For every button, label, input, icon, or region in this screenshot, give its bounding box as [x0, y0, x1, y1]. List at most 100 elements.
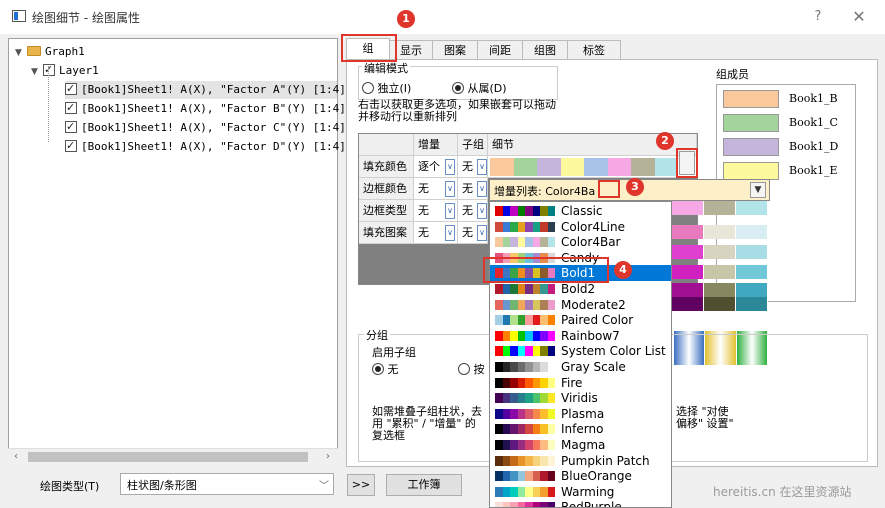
- plot-checkbox[interactable]: [65, 80, 77, 98]
- color-swatch: [560, 158, 584, 176]
- palette-option[interactable]: Viridis: [490, 390, 671, 406]
- palette-option[interactable]: Plasma: [490, 406, 671, 422]
- palette-swatch-icon: [495, 408, 555, 419]
- palette-option[interactable]: Gray Scale: [490, 359, 671, 375]
- chevron-down-icon[interactable]: ∨: [477, 225, 487, 241]
- color-swatch: [704, 283, 736, 297]
- palette-option-label: Paired Color: [561, 313, 634, 328]
- annotation-box: [341, 34, 397, 62]
- radio-dependent[interactable]: 从属(D): [452, 80, 507, 96]
- increment-select[interactable]: 无 ∨: [414, 178, 458, 200]
- chevron-down-icon[interactable]: ∨: [477, 159, 487, 175]
- color-swatch: [672, 297, 704, 311]
- grid-row-name: 填充颜色: [359, 156, 414, 178]
- title-bar: 绘图细节 - 绘图属性 ? ✕: [0, 0, 885, 34]
- color-swatch: [704, 245, 736, 259]
- chevron-down-icon[interactable]: ∨: [477, 181, 487, 197]
- color-swatch: [672, 245, 704, 259]
- tree-node-layer[interactable]: ▼Layer1: [31, 61, 99, 81]
- tree-item-plot[interactable]: [Book1]Sheet1! A(X), "Factor B"(Y) [1:4]: [65, 99, 346, 118]
- palette-option[interactable]: BlueOrange: [490, 468, 671, 484]
- grid-row-name: 边框类型: [359, 200, 414, 222]
- tab-group-plot[interactable]: 组图: [522, 40, 568, 60]
- palette-option[interactable]: Warming: [490, 484, 671, 500]
- tab-spacing[interactable]: 间距: [477, 40, 523, 60]
- tab-pattern[interactable]: 图案: [432, 40, 478, 60]
- plot-checkbox[interactable]: [65, 99, 77, 117]
- palette-option[interactable]: System Color List: [490, 343, 671, 359]
- chevron-down-icon[interactable]: ∨: [445, 203, 455, 219]
- palette-option[interactable]: Paired Color: [490, 312, 671, 328]
- grid-row-name: 边框颜色: [359, 178, 414, 200]
- palette-preview-row: [672, 265, 768, 279]
- palette-option[interactable]: Color4Line: [490, 219, 671, 235]
- palette-preview-row: [672, 245, 768, 259]
- close-button[interactable]: ✕: [848, 7, 870, 27]
- palette-option[interactable]: RedPurple: [490, 499, 671, 507]
- subgroup-select[interactable]: 无 ∨: [458, 222, 488, 244]
- tree-item-plot[interactable]: [Book1]Sheet1! A(X), "Factor A"(Y) [1:4]: [65, 80, 346, 99]
- increment-select[interactable]: 无 ∨: [414, 222, 458, 244]
- palette-option[interactable]: Pumpkin Patch: [490, 453, 671, 469]
- workbook-button[interactable]: 工作簿: [386, 474, 462, 496]
- dropdown-arrow-icon[interactable]: ▼: [750, 182, 766, 198]
- collapse-icon[interactable]: ▼: [15, 44, 27, 62]
- palette-preview-row: [672, 225, 768, 239]
- radio-selected-icon[interactable]: [452, 82, 464, 94]
- palette-option-label: Pumpkin Patch: [561, 453, 650, 468]
- palette-dropdown-list[interactable]: Classic Color4Line Color4Bar Candy Bold1 Bold…: [489, 201, 672, 508]
- palette-option[interactable]: Bold2: [490, 281, 671, 297]
- radio-independent[interactable]: 独立(I): [362, 80, 411, 96]
- palette-option[interactable]: Moderate2: [490, 297, 671, 313]
- annotation-box: [598, 180, 620, 198]
- tree-horizontal-scrollbar[interactable]: ‹ ›: [8, 448, 338, 464]
- fill-color-details[interactable]: [488, 156, 697, 178]
- plot-type-value: 柱状图/条形图: [127, 479, 197, 492]
- palette-option-label: Moderate2: [561, 297, 626, 312]
- plot-tree[interactable]: ▼Graph1 ▼Layer1 [Book1]Sheet1! A(X), "Fa…: [8, 38, 346, 464]
- palette-swatch-icon: [495, 299, 555, 310]
- subgroup-select[interactable]: 无 ∨: [458, 156, 488, 178]
- tree-item-plot[interactable]: [Book1]Sheet1! A(X), "Factor D"(Y) [1:4]: [65, 137, 346, 156]
- palette-option[interactable]: Magma: [490, 437, 671, 453]
- radio-icon[interactable]: [362, 82, 374, 94]
- chevron-down-icon[interactable]: ∨: [477, 203, 487, 219]
- increment-select[interactable]: 逐个 ∨: [414, 156, 458, 178]
- tree-node-graph[interactable]: ▼ Graph1: [15, 43, 85, 61]
- scrollbar-thumb[interactable]: [28, 452, 308, 462]
- radio-subgroup-none[interactable]: 无: [372, 361, 399, 377]
- color-swatch: [537, 158, 561, 176]
- scroll-left-icon[interactable]: ‹: [9, 450, 23, 464]
- palette-option[interactable]: Fire: [490, 375, 671, 391]
- palette-option[interactable]: Rainbow7: [490, 328, 671, 344]
- collapse-icon[interactable]: ▼: [31, 63, 43, 81]
- color-swatch: [736, 283, 768, 297]
- palette-option[interactable]: Classic: [490, 203, 671, 219]
- expand-button[interactable]: >>: [347, 474, 375, 496]
- radio-subgroup-by[interactable]: 按: [458, 361, 485, 377]
- palette-option-label: Bold2: [561, 282, 596, 296]
- radio-icon[interactable]: [458, 363, 470, 375]
- radio-selected-icon[interactable]: [372, 363, 384, 375]
- increment-select[interactable]: 无 ∨: [414, 200, 458, 222]
- palette-option-label: Magma: [561, 438, 606, 452]
- layer-checkbox[interactable]: [43, 61, 55, 79]
- tab-label[interactable]: 标签: [567, 40, 621, 60]
- help-button[interactable]: ?: [808, 7, 828, 27]
- color-swatch: [736, 225, 768, 239]
- tree-item-plot[interactable]: [Book1]Sheet1! A(X), "Factor C"(Y) [1:4]: [65, 118, 346, 137]
- plot-checkbox[interactable]: [65, 137, 77, 155]
- chevron-down-icon[interactable]: ∨: [445, 159, 455, 175]
- color-swatch: [490, 158, 514, 176]
- chevron-down-icon[interactable]: ∨: [445, 181, 455, 197]
- subgroup-select[interactable]: 无 ∨: [458, 178, 488, 200]
- plot-checkbox[interactable]: [65, 118, 77, 136]
- subgroup-select[interactable]: 无 ∨: [458, 200, 488, 222]
- palette-swatch-icon: [495, 330, 555, 341]
- palette-option[interactable]: Color4Bar: [490, 234, 671, 250]
- palette-option-label: Fire: [561, 375, 583, 390]
- chevron-down-icon[interactable]: ∨: [445, 225, 455, 241]
- plot-type-select[interactable]: 柱状图/条形图 ﹀: [120, 473, 334, 495]
- palette-option[interactable]: Inferno: [490, 421, 671, 437]
- scroll-right-icon[interactable]: ›: [321, 450, 335, 464]
